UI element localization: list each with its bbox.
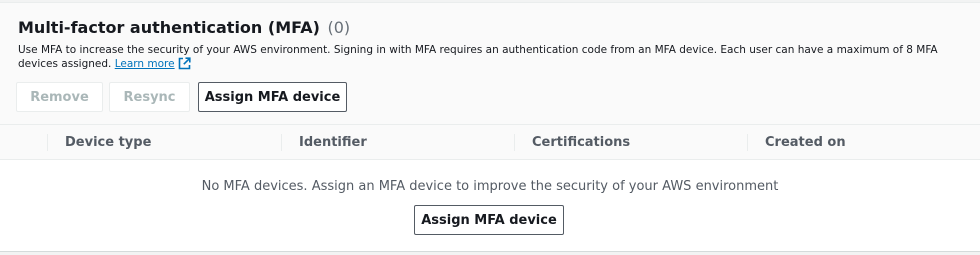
- column-divider: [281, 134, 282, 151]
- external-link-icon: [178, 57, 191, 74]
- column-header-device-type[interactable]: Device type: [65, 125, 151, 159]
- column-divider: [747, 134, 748, 151]
- assign-mfa-device-button[interactable]: Assign MFA device: [198, 82, 347, 112]
- learn-more-link[interactable]: Learn more: [114, 57, 191, 70]
- column-header-certifications[interactable]: Certifications: [532, 125, 630, 159]
- remove-button[interactable]: Remove: [16, 82, 103, 112]
- column-divider: [514, 134, 515, 151]
- mfa-header: Multi-factor authentication (MFA) (0) Us…: [0, 3, 980, 124]
- mfa-panel: Multi-factor authentication (MFA) (0) Us…: [0, 2, 980, 252]
- column-divider: [47, 134, 48, 151]
- table-header-row: Device type Identifier Certifications Cr…: [0, 124, 980, 160]
- section-title-text: Multi-factor authentication (MFA): [18, 18, 320, 37]
- column-header-identifier[interactable]: Identifier: [299, 125, 367, 159]
- assign-mfa-device-empty-button[interactable]: Assign MFA device: [414, 205, 564, 235]
- column-header-created-on[interactable]: Created on: [765, 125, 846, 159]
- section-description: Use MFA to increase the security of your…: [18, 43, 958, 74]
- empty-state-message: No MFA devices. Assign an MFA device to …: [201, 179, 779, 194]
- section-title: Multi-factor authentication (MFA) (0): [18, 18, 350, 37]
- resync-button[interactable]: Resync: [109, 82, 190, 112]
- device-count: (0): [327, 18, 351, 37]
- learn-more-label: Learn more: [114, 58, 175, 70]
